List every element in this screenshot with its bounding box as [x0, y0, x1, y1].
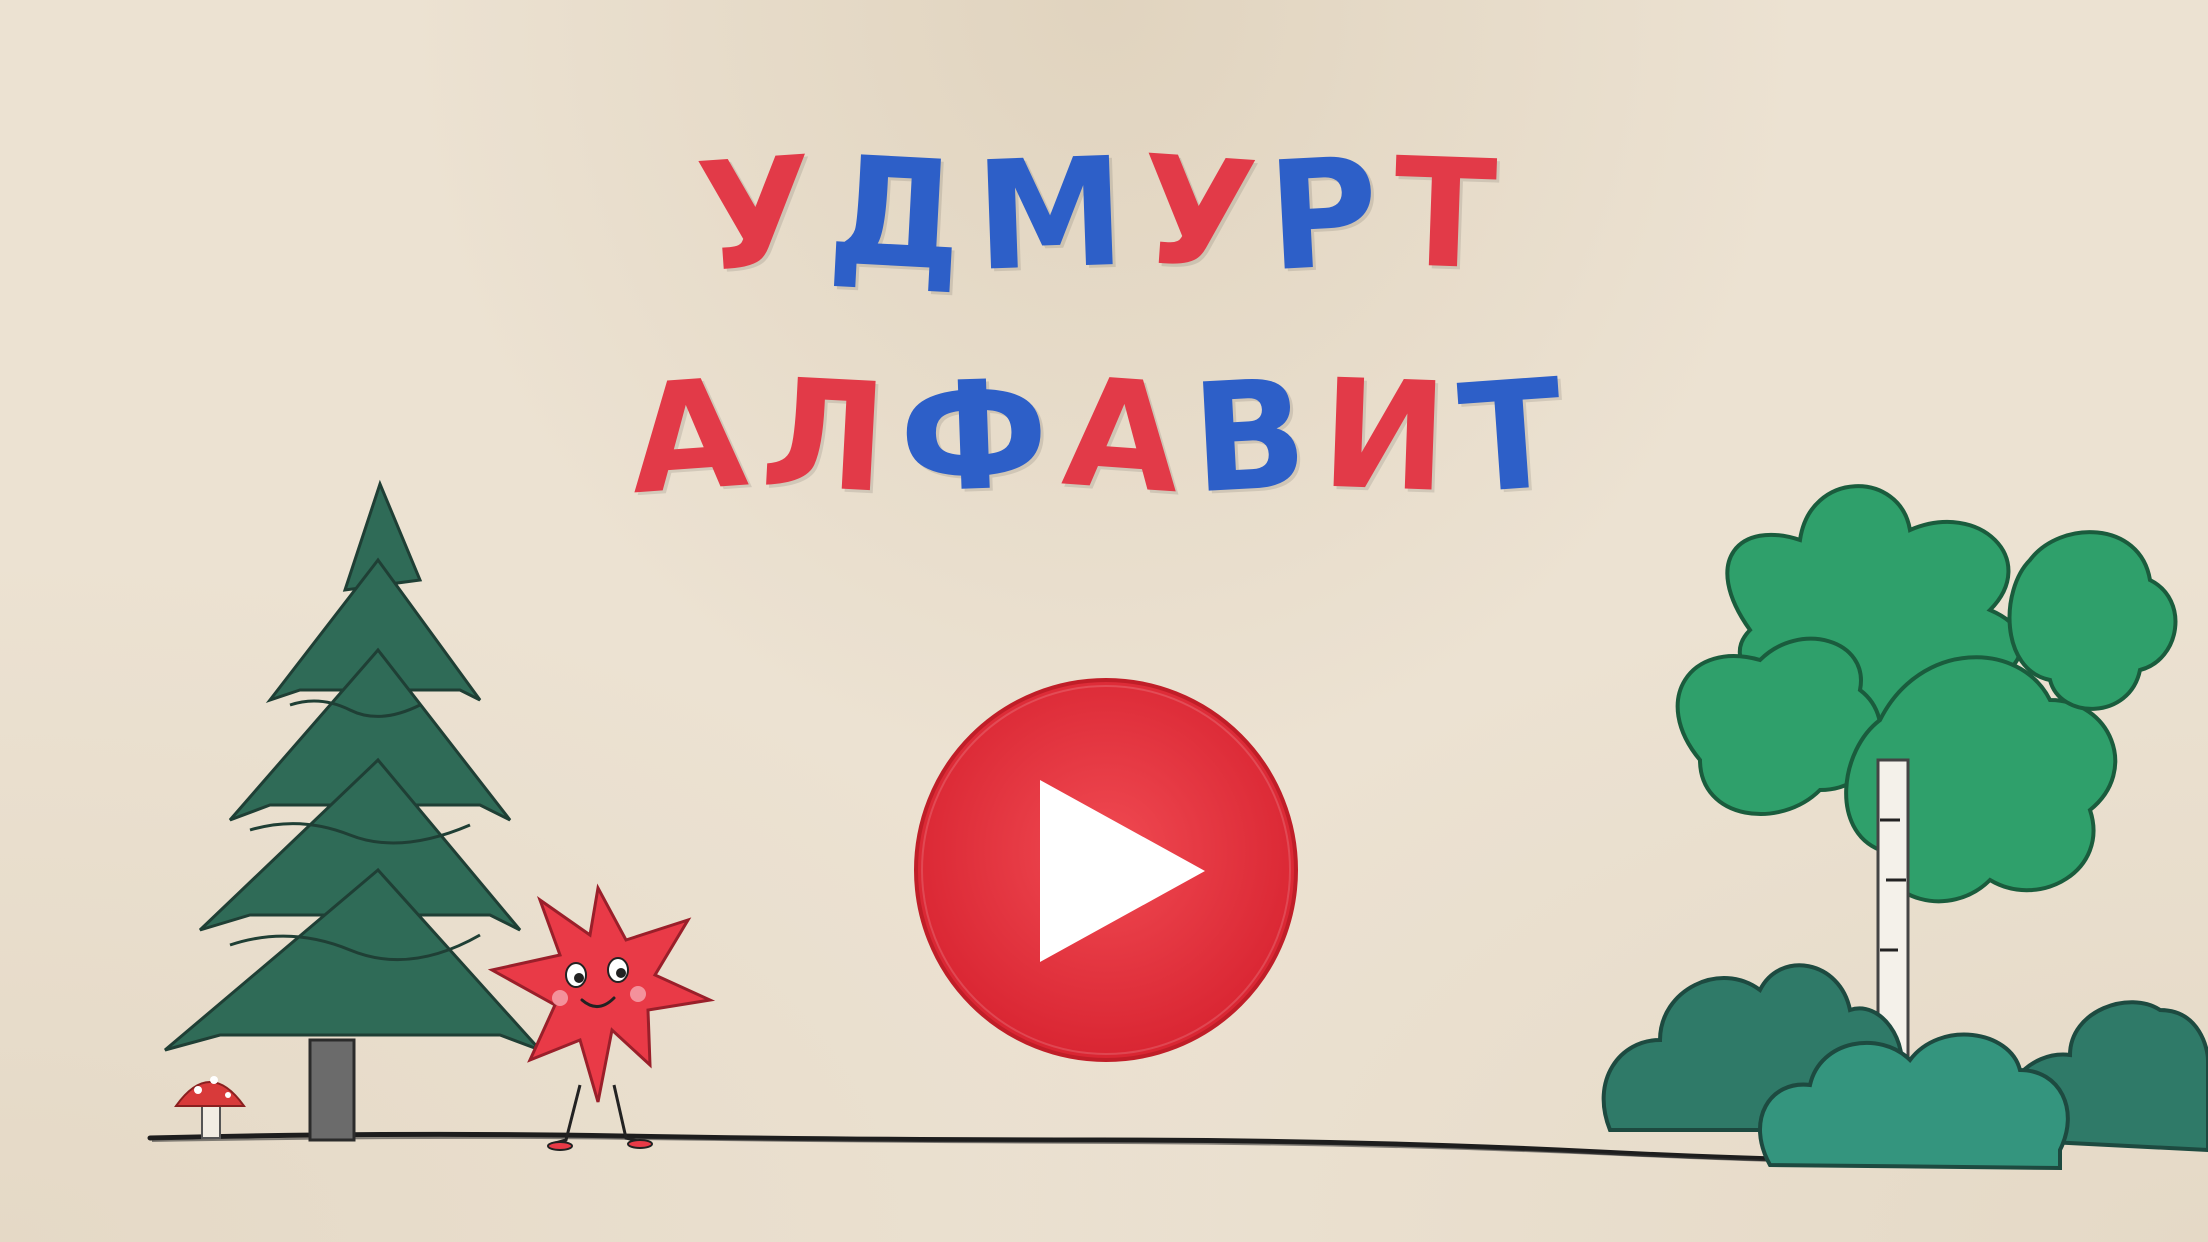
play-button[interactable]	[914, 678, 1298, 1062]
title-screen: УДМУРТ АЛФАВИТ	[0, 0, 2208, 1242]
scene-illustration	[147, 479, 2208, 1171]
star-mascot-icon	[487, 883, 716, 1151]
spruce-tree-icon	[164, 479, 542, 1142]
mushroom-icon	[174, 1076, 246, 1139]
